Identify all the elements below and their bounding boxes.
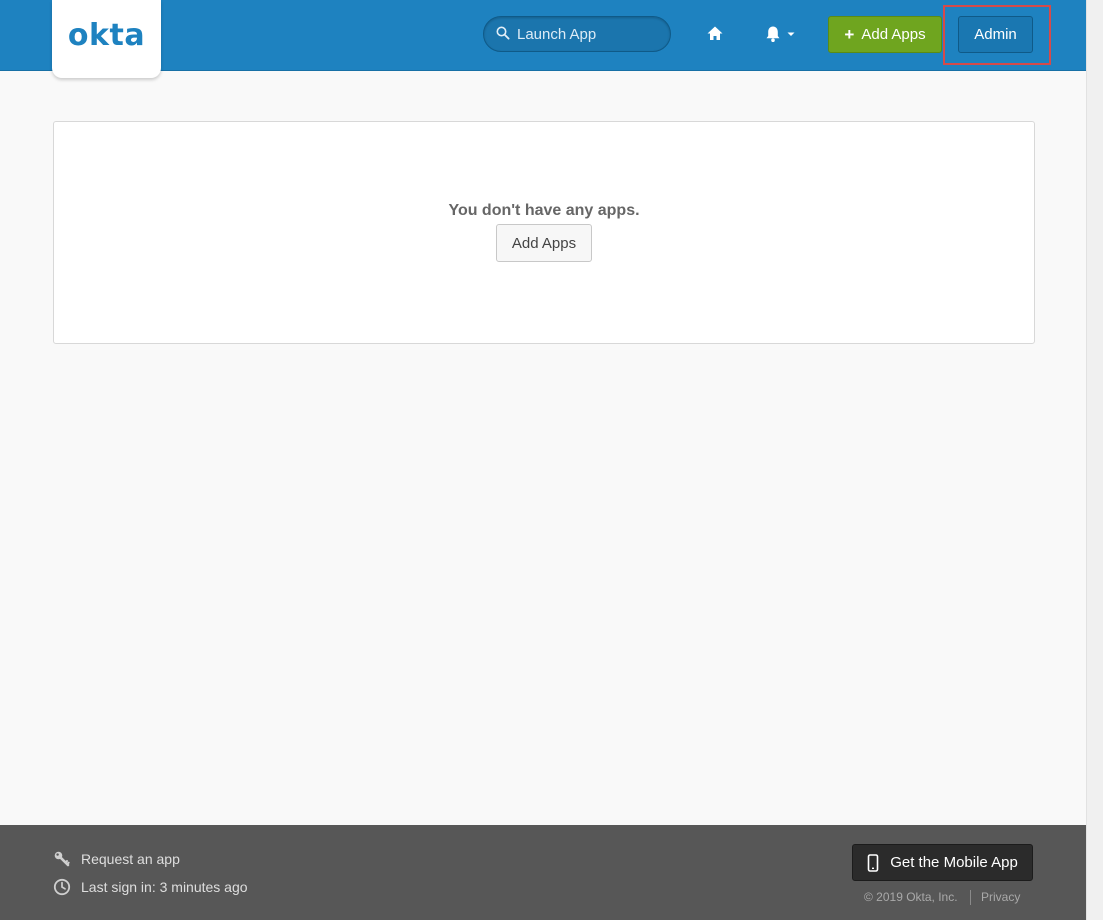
logo-text: okta xyxy=(67,18,146,53)
okta-logo[interactable]: okta xyxy=(52,0,161,78)
home-icon xyxy=(707,26,723,40)
key-icon xyxy=(54,851,70,867)
footer-divider xyxy=(970,890,971,905)
launch-app-search[interactable] xyxy=(483,16,671,52)
caret-down-icon xyxy=(787,32,795,36)
apps-panel: You don't have any apps. Add Apps xyxy=(53,121,1035,344)
top-nav-bar: okta + Add Apps xyxy=(0,0,1086,78)
last-sign-in: Last sign in: 3 minutes ago xyxy=(53,877,248,897)
add-apps-empty-button[interactable]: Add Apps xyxy=(496,224,592,262)
mobile-app-label: Get the Mobile App xyxy=(890,854,1018,871)
request-app-link[interactable]: Request an app xyxy=(53,849,180,869)
add-apps-button[interactable]: + Add Apps xyxy=(828,16,942,53)
request-app-label: Request an app xyxy=(81,851,180,867)
admin-label: Admin xyxy=(974,26,1017,43)
privacy-link[interactable]: Privacy xyxy=(981,890,1020,904)
get-mobile-app-button[interactable]: Get the Mobile App xyxy=(852,844,1033,881)
admin-button[interactable]: Admin xyxy=(958,16,1033,53)
page: okta + Add Apps xyxy=(0,0,1086,920)
empty-apps-message: You don't have any apps. xyxy=(448,202,640,219)
notifications-button[interactable] xyxy=(762,22,800,46)
plus-icon: + xyxy=(844,25,855,44)
bell-icon xyxy=(766,26,780,42)
phone-icon xyxy=(867,853,879,872)
home-button[interactable] xyxy=(703,22,727,46)
search-icon xyxy=(496,26,510,40)
clock-icon xyxy=(53,878,71,896)
copyright-text: © 2019 Okta, Inc. xyxy=(864,890,958,904)
search-input[interactable] xyxy=(517,17,662,51)
last-sign-in-text: Last sign in: 3 minutes ago xyxy=(81,879,248,895)
add-apps-label: Add Apps xyxy=(861,26,926,43)
add-apps-empty-label: Add Apps xyxy=(511,234,577,252)
vertical-scrollbar[interactable] xyxy=(1086,0,1103,920)
